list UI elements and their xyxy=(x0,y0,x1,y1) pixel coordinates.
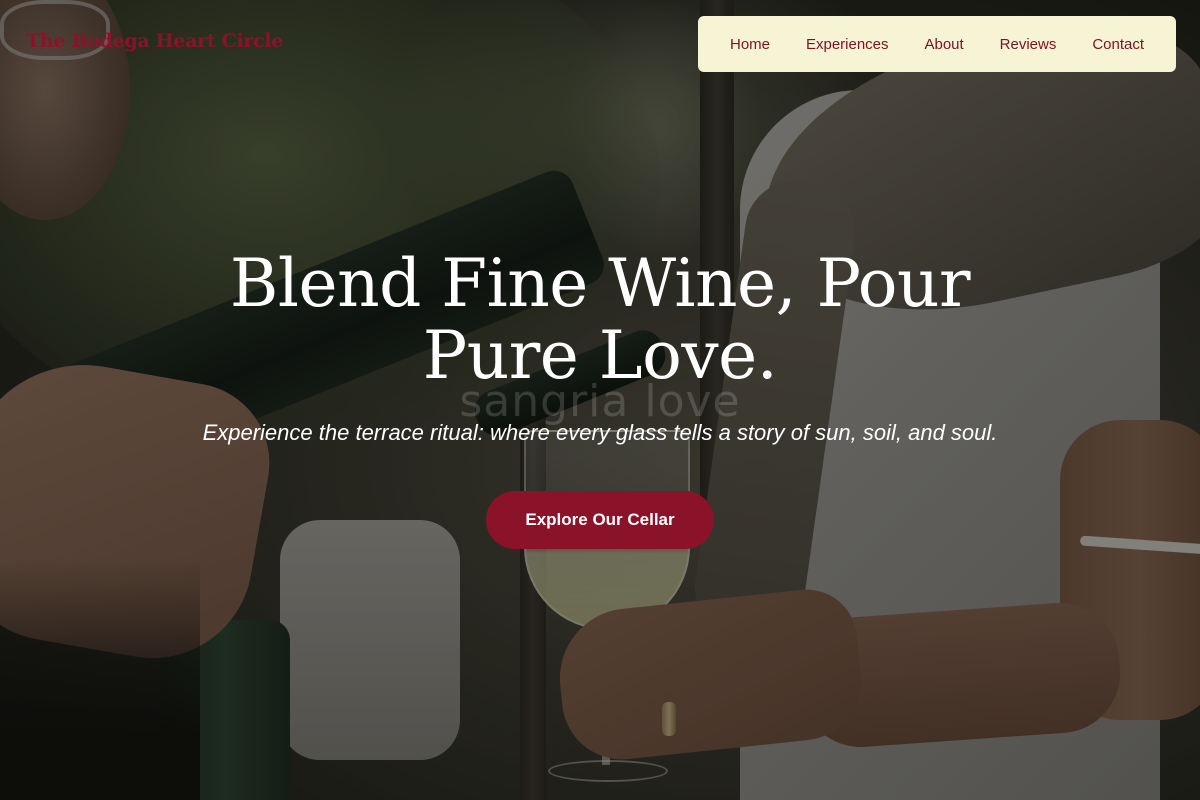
nav-link-home[interactable]: Home xyxy=(730,36,770,53)
nav-link-reviews[interactable]: Reviews xyxy=(1000,36,1057,53)
hero-title: Blend Fine Wine, Pour Pure Love. xyxy=(229,245,971,394)
site-logo[interactable]: The Bodega Heart Circle xyxy=(26,30,283,52)
nav-link-experiences[interactable]: Experiences xyxy=(806,36,889,53)
main-navigation: Home Experiences About Reviews Contact xyxy=(698,16,1176,72)
nav-link-about[interactable]: About xyxy=(924,36,963,53)
explore-cellar-button[interactable]: Explore Our Cellar xyxy=(486,491,714,549)
nav-link-contact[interactable]: Contact xyxy=(1092,36,1144,53)
hero-subtitle: Experience the terrace ritual: where eve… xyxy=(202,420,998,445)
